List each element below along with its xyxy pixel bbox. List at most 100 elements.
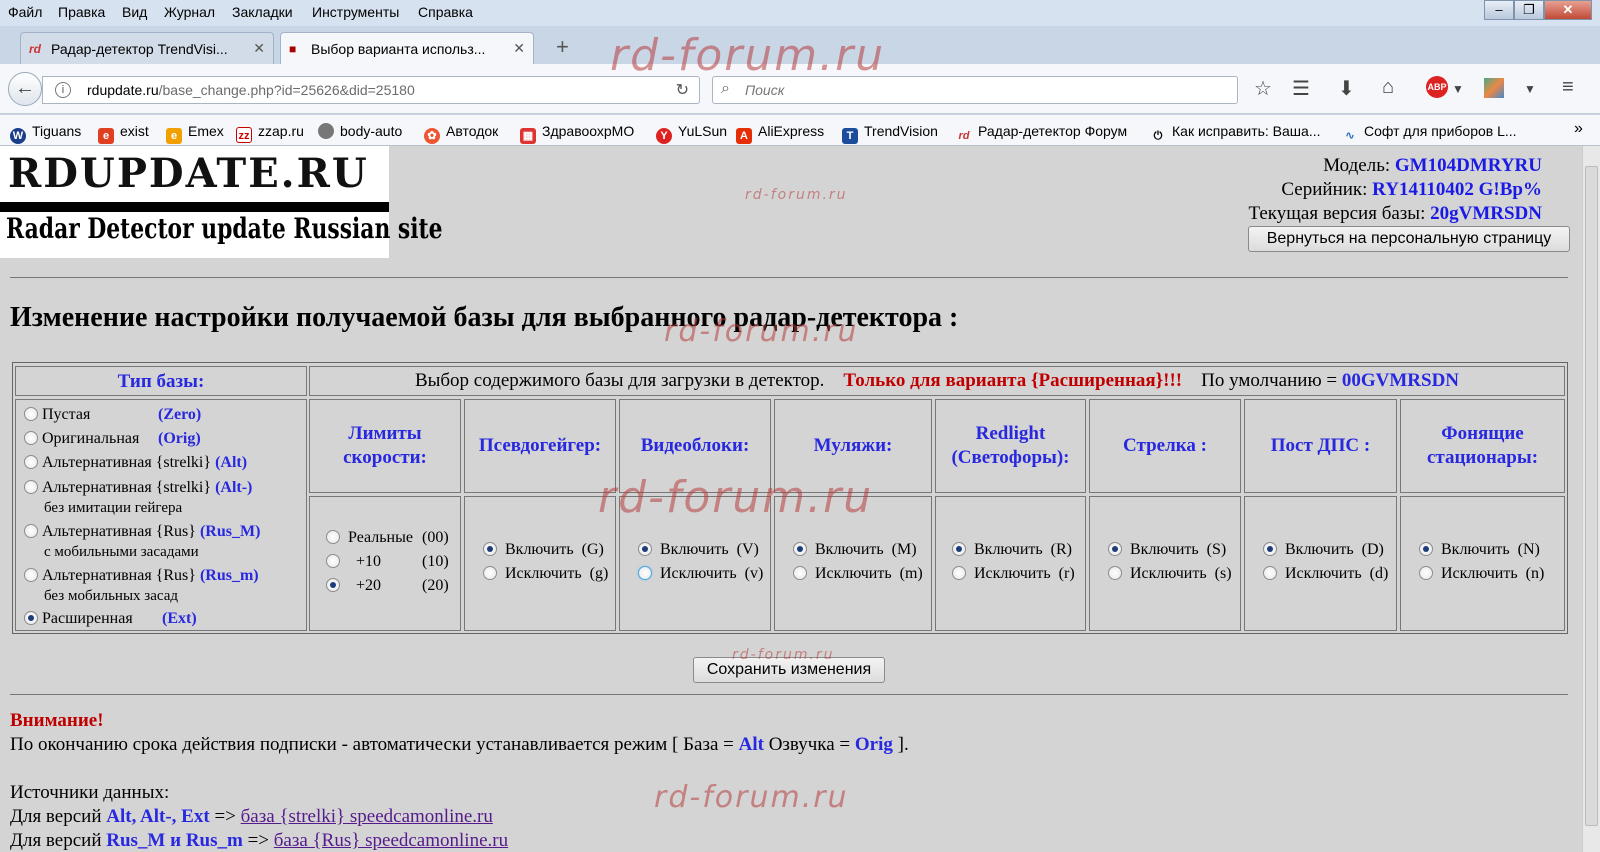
vertical-scrollbar[interactable] — [1582, 146, 1600, 852]
dummies-exclude[interactable]: Исключить (m) — [793, 565, 923, 583]
static-exclude[interactable]: Исключить (n) — [1419, 565, 1544, 583]
chevron-down-icon[interactable]: ▼ — [1524, 82, 1536, 96]
url-bar[interactable]: i rdupdate.ru/base_change.php?id=25626&d… — [42, 76, 700, 104]
bookmark-aliexpress[interactable]: A AliExpress — [736, 123, 824, 144]
base-option-alt[interactable]: Альтернативная {strelki} (Alt) — [24, 454, 247, 472]
bookmark-tiguans[interactable]: W Tiguans — [10, 123, 81, 144]
bookmark-rd-forum[interactable]: rd Радар-детектор Форум — [956, 123, 1128, 144]
bookmark-soft[interactable]: ∿ Софт для приборов L... — [1342, 123, 1516, 144]
radio[interactable] — [793, 566, 807, 580]
source-link-strelki[interactable]: база {strelki} speedcamonline.ru — [241, 806, 493, 827]
dps-include[interactable]: Включить (D) — [1263, 541, 1384, 559]
base-option-orig[interactable]: Оригинальная (Orig) — [24, 430, 201, 448]
radio[interactable] — [483, 566, 497, 580]
radio-checked[interactable] — [793, 542, 807, 556]
radio[interactable] — [326, 530, 340, 544]
radio[interactable] — [24, 431, 38, 445]
geiger-include[interactable]: Включить (G) — [483, 541, 604, 559]
radio[interactable] — [1263, 566, 1277, 580]
radio[interactable] — [24, 407, 38, 421]
radio-checked[interactable] — [1419, 542, 1433, 556]
url-text[interactable]: rdupdate.ru/base_change.php?id=25626&did… — [87, 82, 415, 98]
menu-view[interactable]: Вид — [122, 4, 147, 20]
new-tab-icon[interactable]: + — [556, 34, 569, 60]
bookmarks-overflow-icon[interactable]: » — [1574, 120, 1583, 138]
menu-edit[interactable]: Правка — [58, 4, 105, 20]
radio-checked[interactable] — [1108, 542, 1122, 556]
radio[interactable] — [24, 524, 38, 538]
bookmark-avtodok[interactable]: ✿ Автодок — [424, 123, 498, 144]
extension-icon[interactable] — [1484, 78, 1504, 98]
radio[interactable] — [952, 566, 966, 580]
radio[interactable] — [24, 568, 38, 582]
bookmarks-list-icon[interactable]: ☰ — [1292, 76, 1310, 101]
home-icon[interactable]: ⌂ — [1382, 76, 1394, 99]
speed-option-real[interactable]: Реальные (00) — [326, 529, 449, 547]
info-icon[interactable]: i — [55, 82, 71, 98]
minimize-button[interactable]: – — [1484, 0, 1514, 20]
arrow-exclude[interactable]: Исключить (s) — [1108, 565, 1232, 583]
radio[interactable] — [24, 455, 38, 469]
dummies-include[interactable]: Включить (M) — [793, 541, 917, 559]
adblock-icon[interactable]: ABP — [1426, 76, 1448, 98]
base-option-zero[interactable]: Пустая (Zero) — [24, 406, 201, 424]
radio[interactable] — [638, 566, 652, 580]
dps-exclude[interactable]: Исключить (d) — [1263, 565, 1388, 583]
geiger-exclude[interactable]: Исключить (g) — [483, 565, 608, 583]
bookmark-zdravoohr[interactable]: ▦ ЗдравоохрМО — [520, 123, 634, 144]
back-to-personal-page-button[interactable]: Вернуться на персональную страницу — [1248, 226, 1570, 252]
base-option-rus-m-big[interactable]: Альтернативная {Rus} (Rus_M) с мобильными… — [24, 522, 260, 562]
redlight-exclude[interactable]: Исключить (r) — [952, 565, 1075, 583]
video-exclude[interactable]: Исключить (v) — [638, 565, 763, 583]
menu-history[interactable]: Журнал — [164, 4, 215, 20]
tab-label: Радар-детектор TrendVisi... — [51, 41, 228, 57]
speed-option-20[interactable]: +20 (20) — [326, 577, 449, 595]
maximize-button[interactable]: ❐ — [1514, 0, 1544, 20]
menu-help[interactable]: Справка — [418, 4, 473, 20]
bookmark-emex[interactable]: e Emex — [166, 123, 224, 144]
back-button[interactable]: ← — [8, 72, 42, 106]
col-redlight-options: Включить (R) Исключить (r) — [935, 496, 1086, 631]
radio-checked[interactable] — [952, 542, 966, 556]
menu-tools[interactable]: Инструменты — [312, 4, 399, 20]
menu-bookmarks[interactable]: Закладки — [232, 4, 293, 20]
bookmark-body-auto[interactable]: body-auto — [318, 123, 402, 139]
close-tab-icon[interactable]: ✕ — [253, 40, 265, 57]
radio-checked[interactable] — [326, 578, 340, 592]
radio-checked[interactable] — [24, 611, 38, 625]
radio[interactable] — [1419, 566, 1433, 580]
radio-checked[interactable] — [1263, 542, 1277, 556]
download-icon[interactable]: ⬇ — [1338, 76, 1355, 101]
bookmark-yulsun[interactable]: Y YuLSun — [656, 123, 727, 144]
bookmark-exist[interactable]: e exist — [98, 123, 149, 144]
reload-icon[interactable]: ↻ — [676, 80, 689, 100]
radio-checked[interactable] — [638, 542, 652, 556]
radio[interactable] — [1108, 566, 1122, 580]
bookmark-star-icon[interactable]: ☆ — [1254, 76, 1272, 101]
radio-checked[interactable] — [483, 542, 497, 556]
radio[interactable] — [24, 480, 38, 494]
site-logo[interactable]: RDUPDATE.RU Radar Detector update Russia… — [0, 146, 443, 258]
close-window-button[interactable]: ✕ — [1544, 0, 1592, 20]
arrow-include[interactable]: Включить (S) — [1108, 541, 1226, 559]
base-option-ext[interactable]: Расширенная (Ext) — [24, 610, 197, 628]
chevron-down-icon[interactable]: ▼ — [1452, 82, 1464, 96]
tab-radar-forum[interactable]: rd Радар-детектор TrendVisi... ✕ — [20, 32, 274, 64]
redlight-include[interactable]: Включить (R) — [952, 541, 1072, 559]
bookmark-trendvision[interactable]: T TrendVision — [842, 123, 938, 144]
bookmark-zzap[interactable]: zz zzap.ru — [236, 123, 304, 143]
hamburger-menu-icon[interactable]: ≡ — [1562, 76, 1574, 99]
video-include[interactable]: Включить (V) — [638, 541, 759, 559]
menu-file[interactable]: Файл — [8, 4, 42, 20]
radio[interactable] — [326, 554, 340, 568]
static-include[interactable]: Включить (N) — [1419, 541, 1540, 559]
scrollbar-thumb[interactable] — [1585, 166, 1598, 826]
device-info: Модель: GM104DMRYRU Серийник: RY14110402… — [1248, 154, 1542, 226]
base-option-rus-m-small[interactable]: Альтернативная {Rus} (Rus_m) без мобильны… — [24, 566, 259, 606]
source-link-rus[interactable]: база {Rus} speedcamonline.ru — [274, 830, 508, 851]
bookmark-fix[interactable]: ⏻ Как исправить: Ваша... — [1150, 123, 1321, 144]
close-tab-icon[interactable]: ✕ — [513, 40, 525, 57]
tab-base-change[interactable]: ■ Выбор варианта использ... ✕ — [280, 32, 534, 64]
speed-option-10[interactable]: +10 (10) — [326, 553, 449, 571]
base-option-alt-minus[interactable]: Альтернативная {strelki} (Alt-) без имита… — [24, 478, 252, 518]
